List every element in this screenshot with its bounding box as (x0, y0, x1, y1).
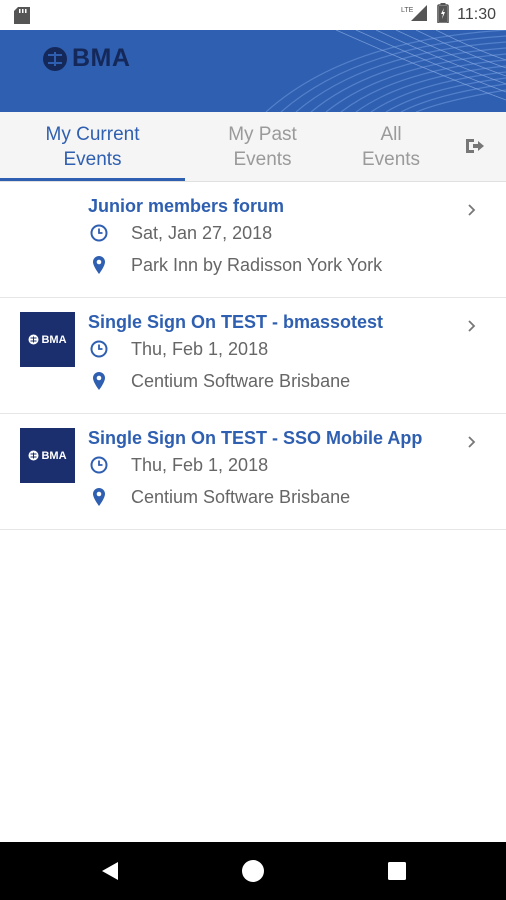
event-date: Thu, Feb 1, 2018 (131, 454, 269, 475)
event-thumbnail: BMA (20, 312, 75, 367)
header-banner: BMA (0, 30, 506, 112)
tab-all-events[interactable]: All Events (330, 112, 452, 182)
event-item[interactable]: BMA Single Sign On TEST - bmassotest Thu… (0, 298, 506, 414)
tab-label-line1: My Current (45, 124, 140, 145)
thumbnail-text: BMA (41, 333, 67, 346)
bma-emblem-icon (28, 334, 39, 345)
event-date-row: Thu, Feb 1, 2018 (88, 338, 268, 360)
clock-icon (88, 454, 110, 476)
tab-label-line2: Events (233, 149, 292, 170)
tab-label-line2: Events (361, 149, 421, 170)
chevron-right-icon (468, 204, 476, 216)
event-date-row: Thu, Feb 1, 2018 (88, 454, 268, 476)
event-location-row: Park Inn by Radisson York York (88, 254, 382, 276)
logo-text: BMA (72, 44, 131, 72)
sd-card-icon (14, 7, 30, 24)
location-pin-icon (88, 486, 110, 508)
event-location: Park Inn by Radisson York York (131, 254, 383, 275)
back-button[interactable] (96, 857, 124, 885)
event-date: Sat, Jan 27, 2018 (131, 222, 273, 243)
event-location-row: Centium Software Brisbane (88, 370, 350, 392)
tab-label-line1: My Past (228, 124, 297, 145)
back-icon (102, 862, 118, 880)
status-time: 11:30 (457, 6, 496, 23)
event-location-row: Centium Software Brisbane (88, 486, 350, 508)
home-button[interactable] (239, 857, 267, 885)
tab-label-line2: Events (63, 149, 122, 170)
chevron-right-icon (468, 320, 476, 332)
event-item[interactable]: BMA Single Sign On TEST - SSO Mobile App… (0, 414, 506, 530)
network-label: LTE (401, 7, 414, 14)
home-icon (242, 860, 264, 882)
event-list: Junior members forum Sat, Jan 27, 2018 P… (0, 182, 506, 530)
tab-my-past-events[interactable]: My Past Events (185, 112, 340, 182)
bma-emblem-icon (43, 46, 67, 71)
bma-emblem-icon (28, 450, 39, 461)
event-item[interactable]: Junior members forum Sat, Jan 27, 2018 P… (0, 182, 506, 298)
event-title: Junior members forum (88, 196, 285, 216)
event-tabs: My Current Events My Past Events All Events (0, 112, 506, 182)
event-location: Centium Software Brisbane (131, 370, 351, 391)
event-title: Single Sign On TEST - bmassotest (88, 312, 384, 332)
header-wave-decoration (265, 30, 506, 112)
location-pin-icon (88, 254, 110, 276)
logout-button[interactable] (455, 112, 495, 180)
tab-label-line1: All (380, 124, 402, 145)
tab-my-current-events[interactable]: My Current Events (0, 112, 185, 182)
clock-icon (88, 222, 110, 244)
event-date: Thu, Feb 1, 2018 (131, 338, 269, 359)
event-title: Single Sign On TEST - SSO Mobile App (88, 428, 423, 448)
status-bar: LTE 11:30 (0, 0, 506, 30)
recents-icon (388, 862, 406, 880)
chevron-right-icon (468, 436, 476, 448)
location-pin-icon (88, 370, 110, 392)
event-location: Centium Software Brisbane (131, 486, 351, 507)
clock-icon (88, 338, 110, 360)
event-thumbnail: BMA (20, 428, 75, 483)
recents-button[interactable] (383, 857, 411, 885)
lte-signal-icon: LTE (401, 3, 429, 28)
active-tab-indicator (0, 178, 185, 181)
system-nav-bar (0, 842, 506, 900)
logout-icon (466, 139, 484, 153)
bma-logo: BMA (42, 44, 130, 73)
thumbnail-text: BMA (41, 449, 67, 462)
battery-icon (437, 2, 449, 28)
app-screen: LTE 11:30 BMA My Current Events My Past … (0, 0, 506, 900)
event-date-row: Sat, Jan 27, 2018 (88, 222, 272, 244)
